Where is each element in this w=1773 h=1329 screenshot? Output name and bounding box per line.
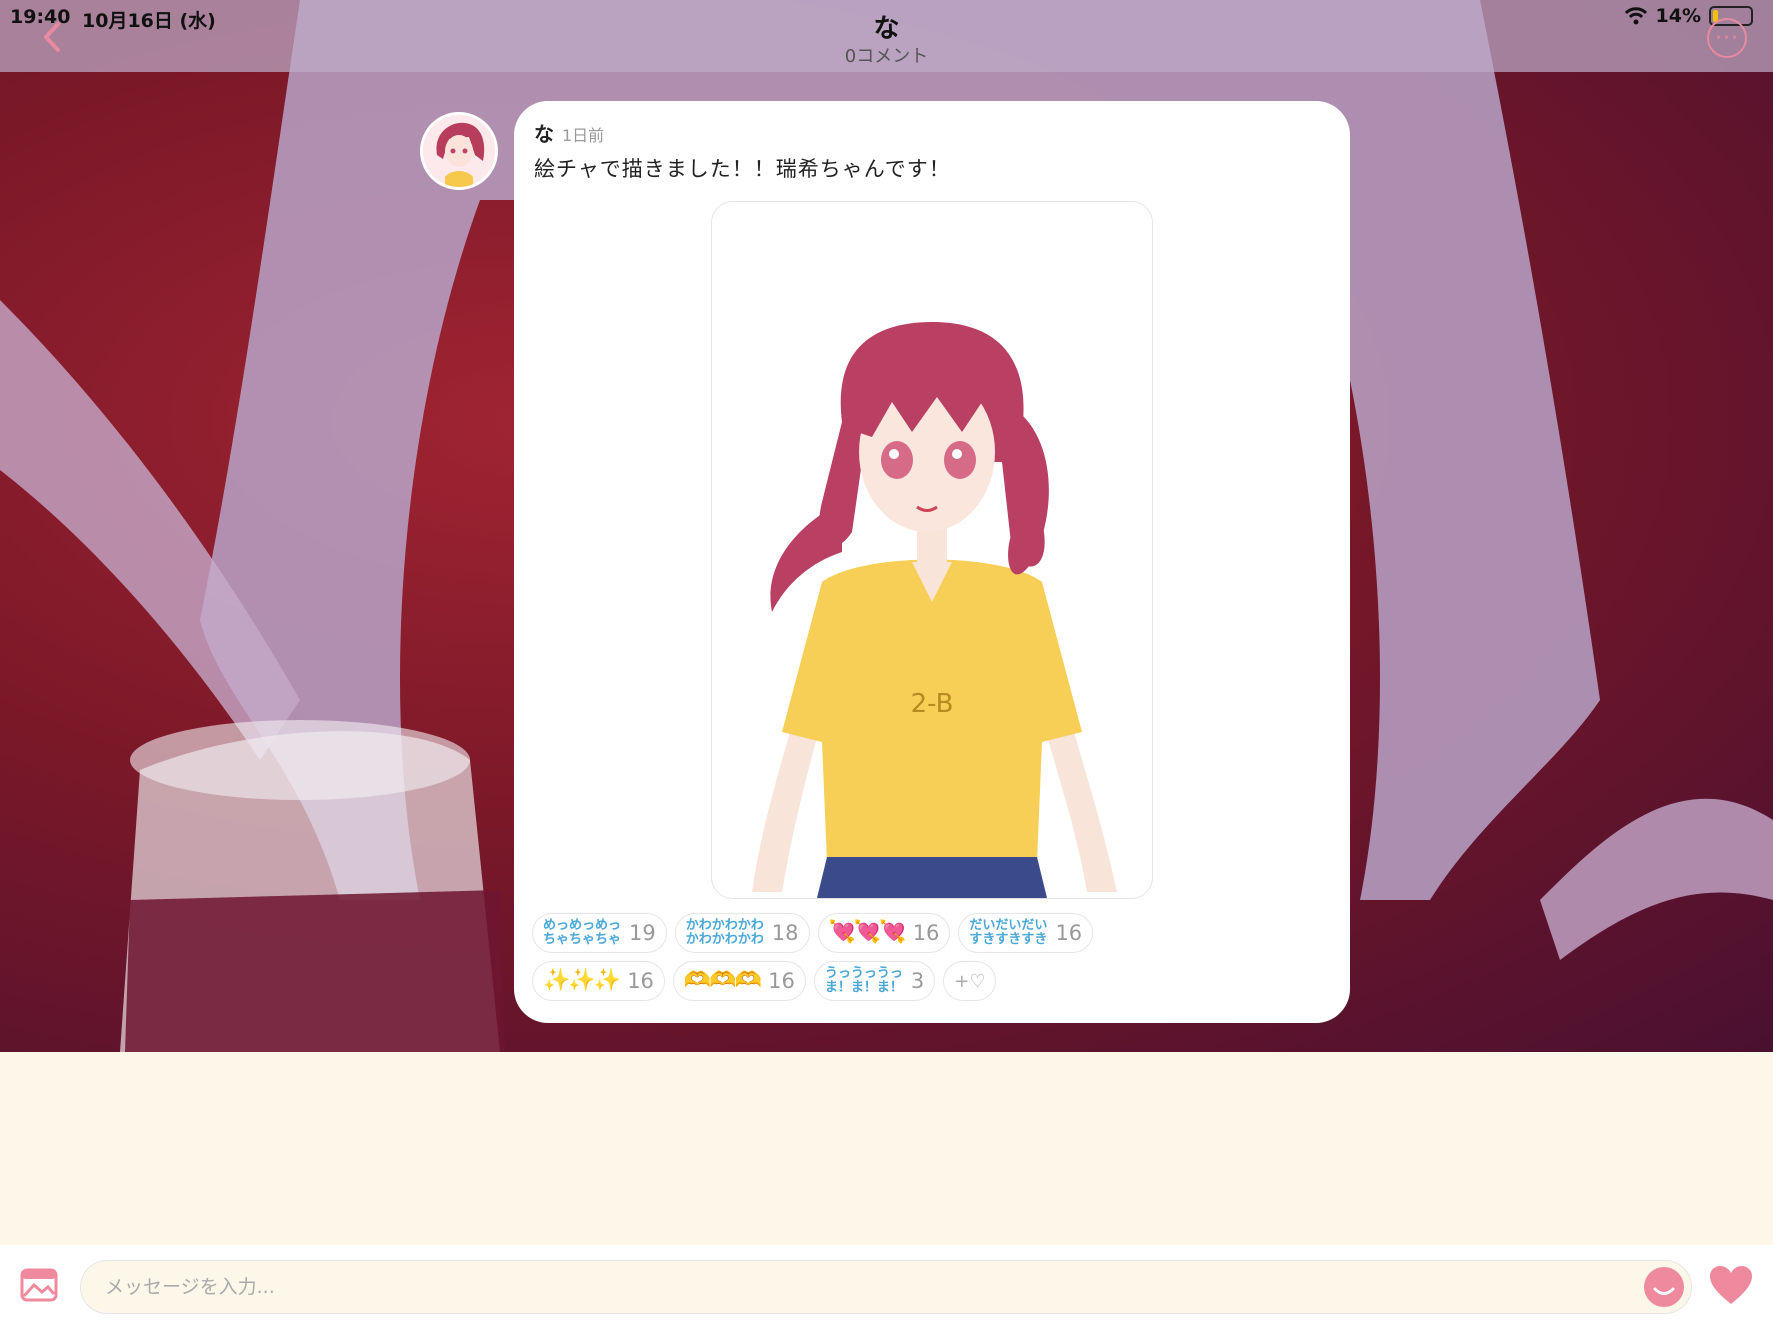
reaction-chip[interactable]: ✨✨✨ 16 — [532, 961, 665, 1001]
heart-arrow-emoji: 💘💘💘 — [828, 920, 907, 945]
reaction-label: うっうっうっ ま！ま！ま！ — [824, 966, 903, 995]
reaction-list: めっめっめっ ちゃちゃちゃ 19 かわかわかわ かわかわかわ 18 💘💘💘 16… — [532, 913, 1332, 1009]
reaction-chip[interactable]: だいだいだい すきすきすき 16 — [958, 913, 1094, 953]
post-time: 1日前 — [562, 126, 605, 145]
post-artwork[interactable]: 2-B — [711, 201, 1153, 899]
add-reaction-button[interactable]: +♡ — [943, 961, 997, 1001]
reaction-count: 16 — [627, 969, 654, 993]
image-attach-icon[interactable] — [20, 1268, 58, 1302]
page-title: な — [873, 14, 900, 44]
message-input[interactable] — [80, 1260, 1692, 1314]
smile-icon — [1653, 1287, 1675, 1295]
post-text: 絵チャで描きました！！瑞希ちゃんです！ — [534, 157, 951, 181]
reaction-label: かわかわかわ かわかわかわ — [685, 918, 764, 947]
author-avatar[interactable] — [420, 112, 498, 190]
comment-count: 0コメント — [844, 46, 929, 67]
reaction-row-1: めっめっめっ ちゃちゃちゃ 19 かわかわかわ かわかわかわ 18 💘💘💘 16… — [532, 913, 1332, 953]
reaction-count: 18 — [771, 921, 799, 945]
heart-icon[interactable] — [1708, 1264, 1754, 1306]
reaction-chip[interactable]: めっめっめっ ちゃちゃちゃ 19 — [532, 913, 667, 953]
reaction-count: 3 — [910, 969, 925, 993]
more-options-icon[interactable]: ··· — [1707, 18, 1747, 58]
reaction-count: 16 — [912, 921, 940, 945]
reaction-chip[interactable]: 🫶🫶🫶 16 — [672, 961, 806, 1001]
reaction-chip[interactable]: うっうっうっ ま！ま！ま！ 3 — [813, 961, 936, 1001]
reaction-label: めっめっめっ ちゃちゃちゃ — [543, 918, 622, 947]
post-card: な 1日前 絵チャで描きました！！瑞希ちゃんです！ 2-B めっめっめっ ちゃち… — [514, 101, 1350, 1023]
emoji-button[interactable] — [1644, 1267, 1684, 1307]
reaction-chip[interactable]: かわかわかわ かわかわかわ 18 — [674, 913, 810, 953]
reaction-count: 19 — [629, 921, 656, 945]
add-reaction-label: +♡ — [954, 970, 986, 992]
post-author[interactable]: な — [534, 118, 554, 147]
header-bar: 19:40 10月16日 (水) 14% な 0コメント ··· — [0, 0, 1773, 72]
sparkles-emoji: ✨✨✨ — [543, 968, 621, 993]
reaction-row-2: ✨✨✨ 16 🫶🫶🫶 16 うっうっうっ ま！ま！ま！ 3 +♡ — [532, 961, 1332, 1001]
reaction-count: 16 — [768, 969, 795, 993]
reaction-label: だいだいだい すきすきすき — [969, 918, 1048, 947]
reaction-chip[interactable]: 💘💘💘 16 — [817, 913, 951, 953]
reaction-count: 16 — [1055, 921, 1083, 945]
avatar-image — [423, 115, 495, 187]
heart-hands-emoji: 🫶🫶🫶 — [683, 968, 762, 993]
artwork-illustration: 2-B — [712, 202, 1152, 898]
shirt-text: 2-B — [911, 689, 954, 719]
